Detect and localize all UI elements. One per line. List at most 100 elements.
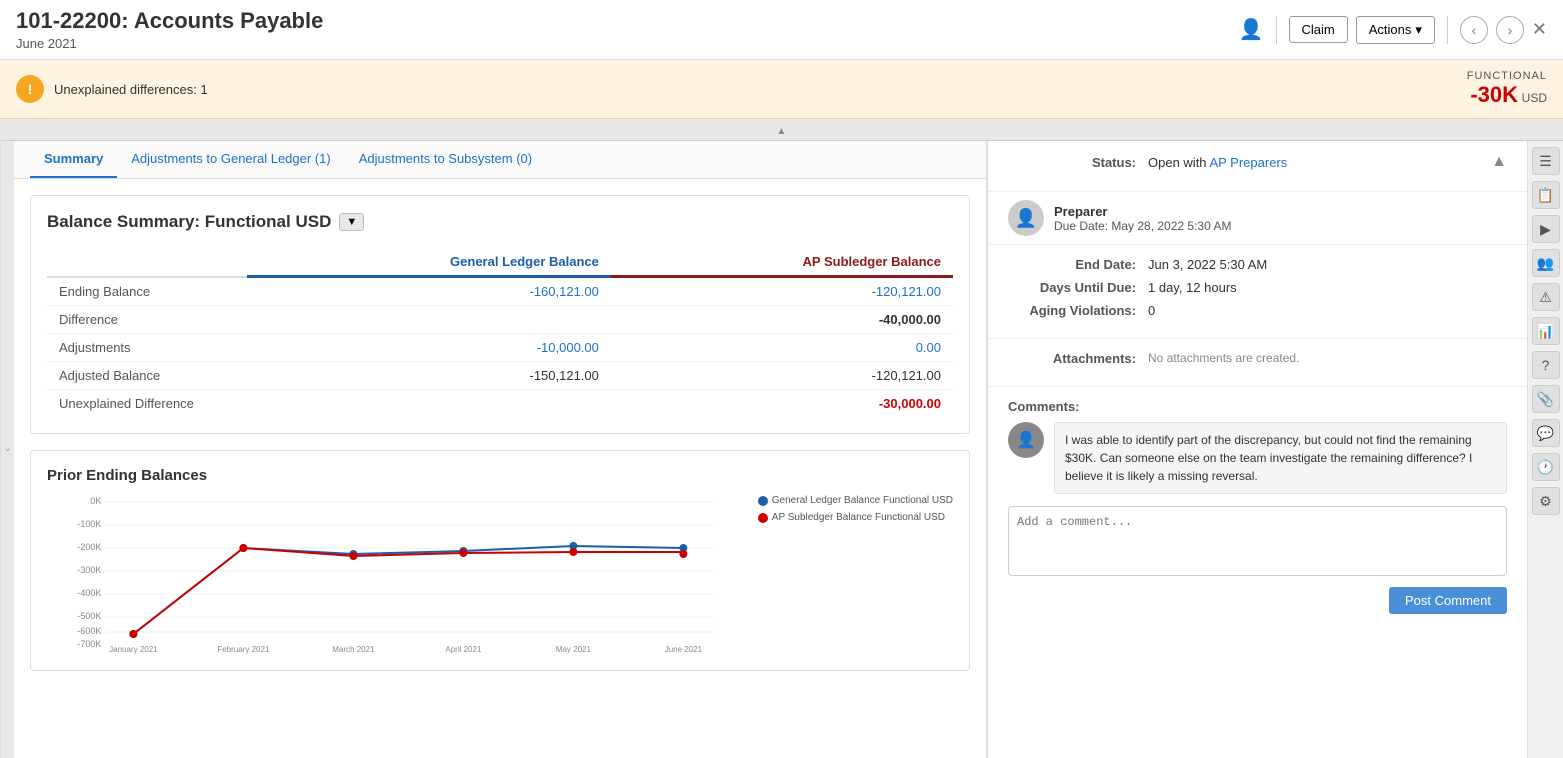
svg-text:March 2021: March 2021 (332, 645, 375, 654)
comment-text: I was able to identify part of the discr… (1054, 422, 1507, 494)
svg-text:-400K: -400K (77, 588, 101, 598)
users-icon-btn[interactable]: 👥 (1532, 249, 1560, 277)
header-actions: 👤 Claim Actions ▾ ‹ › ✕ (1239, 16, 1547, 44)
post-comment-button[interactable]: Post Comment (1389, 587, 1507, 614)
aging-value: 0 (1148, 303, 1507, 318)
side-expand[interactable]: › (0, 141, 14, 758)
nav-prev-button[interactable]: ‹ (1460, 16, 1488, 44)
data-icon-btn[interactable]: 📊 (1532, 317, 1560, 345)
header-title: 101-22200: Accounts Payable June 2021 (16, 8, 323, 51)
svg-text:-500K: -500K (77, 611, 101, 621)
gl-header: General Ledger Balance (247, 248, 611, 277)
attachment-icon-btn[interactable]: 📎 (1532, 385, 1560, 413)
svg-text:0K: 0K (90, 496, 101, 506)
svg-text:January 2021: January 2021 (109, 645, 158, 654)
end-date-value: Jun 3, 2022 5:30 AM (1148, 257, 1507, 272)
days-due-label: Days Until Due: (1008, 280, 1148, 295)
balance-summary-title: Balance Summary: Functional USD ▼ (47, 212, 953, 232)
commenter-avatar: 👤 (1008, 422, 1044, 458)
balance-dropdown-button[interactable]: ▼ (339, 213, 364, 231)
chart-area: 0K -100K -200K -300K -400K -500K -600K -… (47, 494, 750, 654)
functional-currency: USD (1522, 91, 1547, 105)
status-collapse-icon[interactable]: ▲ (1491, 153, 1507, 171)
attachments-value: No attachments are created. (1148, 351, 1507, 365)
comment-input[interactable] (1008, 506, 1507, 576)
warning-icon-btn[interactable]: ⚠ (1532, 283, 1560, 311)
end-date-label: End Date: (1008, 257, 1148, 272)
attachments-section: Attachments: No attachments are created. (988, 339, 1527, 387)
history-icon-btn[interactable]: 🕐 (1532, 453, 1560, 481)
status-value: Open with AP Preparers (1148, 155, 1287, 170)
svg-text:May 2021: May 2021 (556, 645, 592, 654)
ap-header: AP Subledger Balance (611, 248, 953, 277)
nav-next-button[interactable]: › (1496, 16, 1524, 44)
collapse-icon: ▲ (777, 126, 787, 137)
functional-value: -30K (1470, 82, 1518, 107)
tab-gl[interactable]: Adjustments to General Ledger (1) (117, 141, 344, 178)
preparer-row: 👤 Preparer Due Date: May 28, 2022 5:30 A… (988, 192, 1527, 245)
preparer-info: Preparer Due Date: May 28, 2022 5:30 AM (1054, 204, 1231, 233)
prior-balances-card: Prior Ending Balances 0K -100K -200K -30… (30, 450, 970, 671)
content-area: Balance Summary: Functional USD ▼ Genera… (14, 179, 986, 703)
alert-right: FUNCTIONAL -30K USD (1467, 70, 1547, 108)
main-layout: › Summary Adjustments to General Ledger … (0, 141, 1563, 758)
alert-message: Unexplained differences: 1 (54, 82, 208, 97)
account-title: 101-22200: Accounts Payable (16, 8, 323, 34)
legend-dot-ap (758, 513, 768, 523)
table-row: Ending Balance -160,121.00 -120,121.00 (47, 277, 953, 306)
status-label: Status: (1008, 155, 1148, 170)
svg-text:-600K: -600K (77, 626, 101, 636)
legend-dot-gl (758, 496, 768, 506)
days-due-row: Days Until Due: 1 day, 12 hours (1008, 280, 1507, 295)
close-button[interactable]: ✕ (1532, 19, 1547, 40)
end-date-row: End Date: Jun 3, 2022 5:30 AM (1008, 257, 1507, 272)
svg-text:-100K: -100K (77, 519, 101, 529)
header-divider2 (1447, 16, 1448, 44)
tab-summary[interactable]: Summary (30, 141, 117, 178)
person-icon[interactable]: 👤 (1239, 17, 1264, 42)
table-row: Adjusted Balance -150,121.00 -120,121.00 (47, 362, 953, 390)
document-icon-btn[interactable]: 📋 (1532, 181, 1560, 209)
svg-text:-700K: -700K (77, 639, 101, 649)
right-panel: Status: Open with AP Preparers ▲ 👤 Prepa… (987, 141, 1527, 758)
claim-button[interactable]: Claim (1289, 16, 1348, 43)
functional-label: FUNCTIONAL (1467, 70, 1547, 82)
alert-left: ! Unexplained differences: 1 (16, 75, 208, 103)
help-icon-btn[interactable]: ? (1532, 351, 1560, 379)
balance-table: General Ledger Balance AP Subledger Bala… (47, 248, 953, 417)
list-icon-btn[interactable]: ☰ (1532, 147, 1560, 175)
actions-button[interactable]: Actions ▾ (1356, 16, 1435, 44)
table-row: Difference -40,000.00 (47, 306, 953, 334)
left-panel: Summary Adjustments to General Ledger (1… (14, 141, 987, 758)
aging-label: Aging Violations: (1008, 303, 1148, 318)
status-section: Status: Open with AP Preparers ▲ (988, 141, 1527, 192)
collapse-bar[interactable]: ▲ (0, 119, 1563, 141)
chat-icon-btn[interactable]: 💬 (1532, 419, 1560, 447)
svg-text:-200K: -200K (77, 542, 101, 552)
preparer-due: Due Date: May 28, 2022 5:30 AM (1054, 219, 1231, 233)
dropdown-arrow-icon: ▾ (1415, 22, 1422, 38)
post-comment-row: Post Comment (1008, 587, 1507, 614)
tab-sub[interactable]: Adjustments to Subsystem (0) (345, 141, 546, 178)
chart-title: Prior Ending Balances (47, 467, 953, 484)
attachments-row: Attachments: No attachments are created. (1008, 351, 1507, 366)
legend-item-gl: General Ledger Balance Functional USD (758, 494, 953, 507)
play-icon-btn[interactable]: ▶ (1532, 215, 1560, 243)
table-row: Unexplained Difference -30,000.00 (47, 390, 953, 418)
alert-icon: ! (16, 75, 44, 103)
status-row: Status: Open with AP Preparers (1008, 155, 1287, 170)
settings-icon-btn[interactable]: ⚙ (1532, 487, 1560, 515)
chart-legend: General Ledger Balance Functional USD AP… (758, 494, 953, 528)
attachments-label: Attachments: (1008, 351, 1148, 366)
header: 101-22200: Accounts Payable June 2021 👤 … (0, 0, 1563, 60)
balance-summary-card: Balance Summary: Functional USD ▼ Genera… (30, 195, 970, 434)
header-divider (1276, 16, 1277, 44)
aging-row: Aging Violations: 0 (1008, 303, 1507, 318)
table-row: Adjustments -10,000.00 0.00 (47, 334, 953, 362)
chart-container: 0K -100K -200K -300K -400K -500K -600K -… (47, 494, 953, 654)
alert-banner: ! Unexplained differences: 1 FUNCTIONAL … (0, 60, 1563, 119)
status-link[interactable]: AP Preparers (1209, 155, 1287, 170)
tabs: Summary Adjustments to General Ledger (1… (14, 141, 986, 179)
preparer-avatar: 👤 (1008, 200, 1044, 236)
chart-svg: 0K -100K -200K -300K -400K -500K -600K -… (47, 494, 750, 654)
